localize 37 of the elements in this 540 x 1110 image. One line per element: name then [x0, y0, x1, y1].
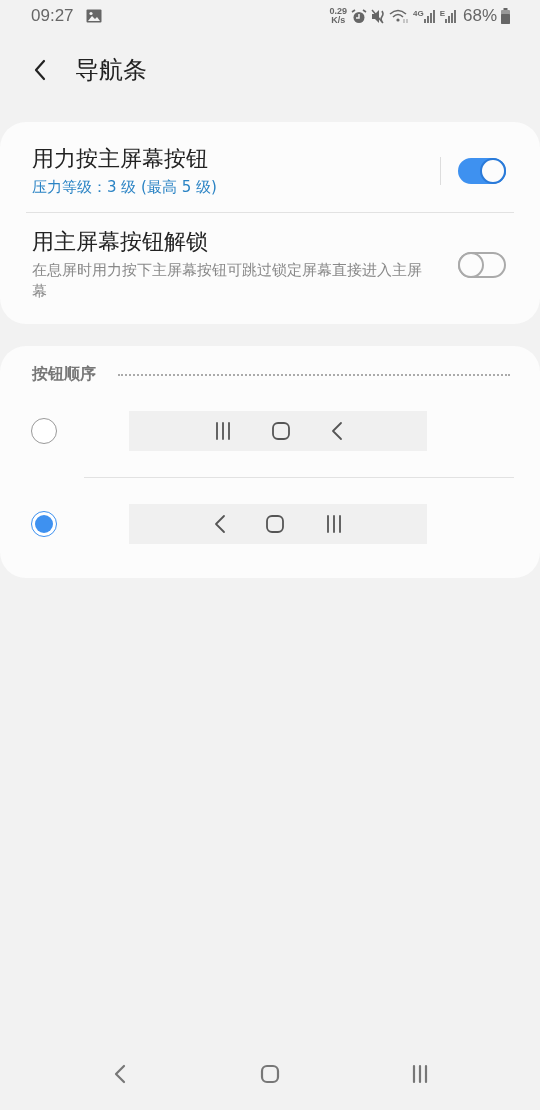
- setting-description: 在息屏时用力按下主屏幕按钮可跳过锁定屏幕直接进入主屏幕: [32, 260, 423, 302]
- alarm-icon: [350, 8, 367, 24]
- battery-icon: [501, 8, 510, 24]
- recents-icon: [213, 421, 232, 441]
- navigation-bar-preview[interactable]: [129, 411, 427, 451]
- signal-icon: [444, 8, 457, 24]
- home-icon: [265, 514, 285, 534]
- setting-description: 压力等级：3 级 (最高 5 级): [32, 177, 218, 198]
- recents-icon[interactable]: [411, 1064, 429, 1084]
- setting-row[interactable]: 用力按主屏幕按钮 压力等级：3 级 (最高 5 级): [0, 130, 540, 212]
- recents-icon: [324, 514, 343, 534]
- wifi-icon: [388, 8, 409, 24]
- home-icon[interactable]: [260, 1064, 280, 1084]
- network-speed: K/s: [331, 16, 346, 25]
- mute-icon: [370, 8, 385, 24]
- back-icon: [330, 421, 343, 441]
- network-type: E: [439, 8, 445, 18]
- back-icon[interactable]: [114, 1064, 126, 1084]
- setting-row[interactable]: 用主屏幕按钮解锁 在息屏时用力按下主屏幕按钮可跳过锁定屏幕直接进入主屏幕: [0, 213, 540, 316]
- battery-percent: 68%: [462, 6, 497, 26]
- image-icon: [85, 9, 102, 23]
- back-icon: [34, 59, 46, 81]
- toggle-switch[interactable]: [458, 158, 506, 184]
- setting-title: 用力按主屏幕按钮: [32, 145, 209, 173]
- radio-button[interactable]: [31, 418, 57, 444]
- navigation-bar-preview[interactable]: [129, 504, 427, 544]
- section-heading: 按钮顺序: [32, 364, 96, 385]
- clock-time: 09:27: [31, 6, 74, 26]
- toggle-switch[interactable]: [458, 251, 506, 278]
- network-speed: 0.29: [329, 7, 347, 16]
- page-title: 导航条: [75, 55, 147, 86]
- setting-title: 用主屏幕按钮解锁: [32, 228, 209, 256]
- network-type: 4G: [412, 8, 424, 18]
- back-icon: [213, 514, 226, 534]
- signal-icon: [423, 8, 436, 24]
- home-icon: [271, 421, 291, 441]
- radio-button[interactable]: [31, 511, 57, 537]
